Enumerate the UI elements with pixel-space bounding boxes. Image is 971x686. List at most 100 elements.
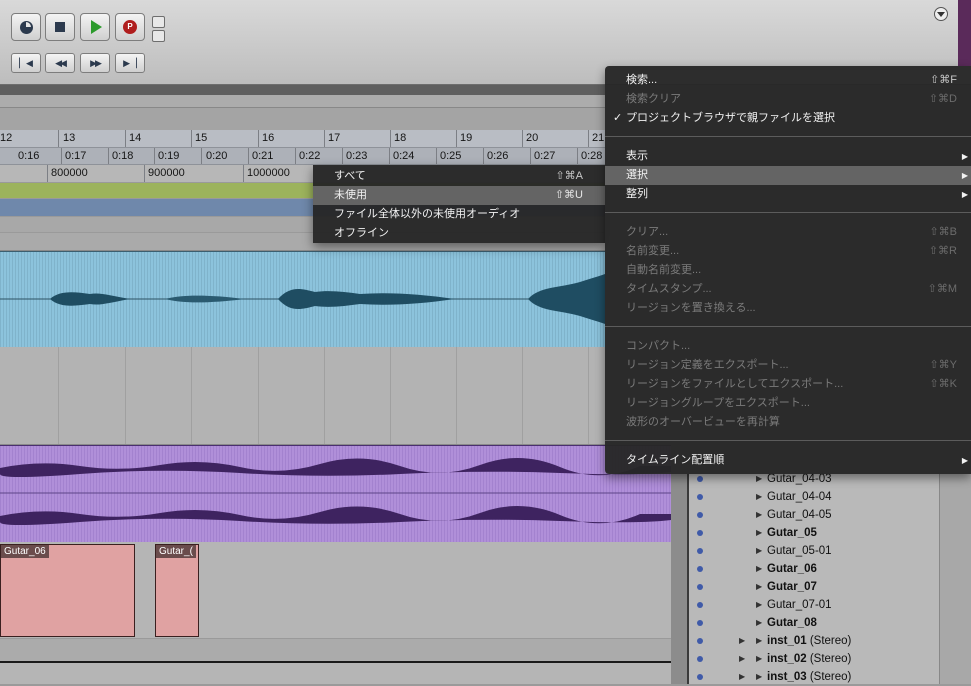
select-submenu: すべて ⇧⌘A 未使用 ⇧⌘U ファイル全体以外の未使用オーディオ オフライン <box>313 165 605 243</box>
menu-item-export-region-definitions[interactable]: リージョン定義をエクスポート... ⇧⌘Y <box>605 356 971 375</box>
chevron-down-icon <box>937 11 945 17</box>
time-label: 0:19 <box>158 150 180 162</box>
list-item[interactable]: ▶ Gutar_05 <box>689 524 939 542</box>
menu-item-export-region-groups[interactable]: リージョングループをエクスポート... <box>605 394 971 413</box>
audio-clip[interactable]: Gutar_06 <box>0 544 135 637</box>
menu-item-select[interactable]: 選択 ▶ <box>605 166 971 185</box>
submenu-arrow-icon: ▶ <box>961 456 968 465</box>
menu-item-auto-rename[interactable]: 自動名前変更... <box>605 261 971 280</box>
list-item[interactable]: ▶ Gutar_04-04 <box>689 488 939 506</box>
menu-item-rename[interactable]: 名前変更... ⇧⌘R <box>605 242 971 261</box>
play-icon <box>91 20 102 34</box>
audio-region-purple[interactable] <box>0 445 671 543</box>
bar-label: 21 <box>592 132 605 144</box>
list-item[interactable]: ▶ Gutar_06 <box>689 560 939 578</box>
options-chevron-button[interactable] <box>934 7 948 21</box>
menu-item-select-all[interactable]: すべて ⇧⌘A <box>313 167 605 186</box>
menu-item-timestamp[interactable]: タイムスタンプ... ⇧⌘M <box>605 280 971 299</box>
menu-item-select-unused[interactable]: 未使用 ⇧⌘U <box>313 186 605 205</box>
menu-item-select-offline[interactable]: オフライン <box>313 224 605 243</box>
fast-forward-button[interactable]: ▶▶ <box>80 53 110 73</box>
bar-label: 12 <box>0 132 13 144</box>
pane-divider[interactable] <box>671 474 687 684</box>
minsec-ruler[interactable]: 0:16 0:17 0:18 0:19 0:20 0:21 0:22 0:23 … <box>0 148 605 165</box>
list-item[interactable]: ▶ ▶ inst_03 (Stereo) <box>689 668 939 686</box>
time-label: 0:26 <box>487 150 509 162</box>
menu-item-export-regions-as-files[interactable]: リージョンをファイルとしてエクスポート... ⇧⌘K <box>605 375 971 394</box>
clip-name: Gutar_( <box>156 545 196 558</box>
empty-track[interactable] <box>0 347 605 445</box>
menu-item-show[interactable]: 表示 ▶ <box>605 147 971 166</box>
submenu-arrow-icon: ▶ <box>961 190 968 199</box>
window-edge <box>958 0 971 66</box>
time-label: 0:23 <box>346 150 368 162</box>
submenu-arrow-icon: ▶ <box>961 171 968 180</box>
time-label: 0:24 <box>393 150 415 162</box>
online-icon <box>19 20 33 34</box>
list-item[interactable]: ▶ ▶ inst_02 (Stereo) <box>689 650 939 668</box>
bar-label: 20 <box>526 132 539 144</box>
record-button[interactable]: P <box>115 13 145 41</box>
checkmark-icon: ✓ <box>613 112 623 124</box>
bars-ruler[interactable]: 12 13 14 15 16 17 18 19 20 21 <box>0 130 605 148</box>
bar-label: 14 <box>129 132 142 144</box>
audio-clip[interactable]: Gutar_( <box>155 544 199 637</box>
toggle-upper[interactable] <box>152 16 165 28</box>
rewind-button[interactable]: ◀◀ <box>45 53 75 73</box>
menu-item-replace-region[interactable]: リージョンを置き換える... <box>605 299 971 318</box>
menu-item-compact[interactable]: コンパクト... <box>605 337 971 356</box>
list-item[interactable]: ▶ Gutar_07-01 <box>689 596 939 614</box>
list-item[interactable]: ▶ ▶ inst_01 (Stereo) <box>689 632 939 650</box>
rewind-icon: ◀◀ <box>55 57 67 68</box>
time-label: 0:21 <box>252 150 274 162</box>
sample-label: 1000000 <box>247 167 290 179</box>
menu-item-clear[interactable]: クリア... ⇧⌘B <box>605 223 971 242</box>
time-label: 0:25 <box>440 150 462 162</box>
time-label: 0:17 <box>65 150 87 162</box>
list-item[interactable]: ▶ Gutar_04-05 <box>689 506 939 524</box>
time-label: 0:28 <box>581 150 603 162</box>
time-label: 0:18 <box>112 150 134 162</box>
timeline-scroll-strip[interactable] <box>0 95 605 108</box>
list-item[interactable]: ▶ Gutar_05-01 <box>689 542 939 560</box>
clip-name: Gutar_06 <box>1 545 49 558</box>
menu-item-timeline-order[interactable]: タイムライン配置順 ▶ <box>605 451 971 470</box>
menu-item-find[interactable]: 検索... ⇧⌘F <box>605 71 971 90</box>
submenu-arrow-icon: ▶ <box>961 152 968 161</box>
bar-label: 13 <box>63 132 76 144</box>
time-label: 0:20 <box>206 150 228 162</box>
bar-label: 15 <box>195 132 208 144</box>
time-label: 0:27 <box>534 150 556 162</box>
clip-track[interactable]: Gutar_06 Gutar_( <box>0 542 671 638</box>
sample-label: 900000 <box>148 167 185 179</box>
time-label: 0:16 <box>18 150 40 162</box>
bar-label: 16 <box>262 132 275 144</box>
menu-item-sort[interactable]: 整列 ▶ <box>605 185 971 204</box>
menu-item-select-parent-in-browser[interactable]: ✓ プロジェクトブラウザで親ファイルを選択 <box>605 109 971 128</box>
menu-item-recalculate-overviews[interactable]: 波形のオーバービューを再計算 <box>605 413 971 432</box>
return-to-zero-icon: ▏◀ <box>19 57 33 68</box>
list-item[interactable]: ▶ Gutar_08 <box>689 614 939 632</box>
online-button[interactable] <box>11 13 41 41</box>
return-to-zero-button[interactable]: ▏◀ <box>11 53 41 73</box>
region-list-menu: 検索... ⇧⌘F 検索クリア ⇧⌘D ✓ プロジェクトブラウザで親ファイルを選択 表… <box>605 66 971 474</box>
go-to-end-button[interactable]: ▶▕ <box>115 53 145 73</box>
toggle-lower[interactable] <box>152 30 165 42</box>
menu-item-clear-find[interactable]: 検索クリア ⇧⌘D <box>605 90 971 109</box>
play-button[interactable] <box>80 13 110 41</box>
empty-track[interactable] <box>0 663 671 684</box>
region-list-scrollbar[interactable] <box>939 474 971 684</box>
go-to-end-icon: ▶▕ <box>123 57 137 68</box>
list-item[interactable]: ▶ Gutar_07 <box>689 578 939 596</box>
fast-forward-icon: ▶▶ <box>90 57 102 68</box>
purple-waveform <box>0 446 671 542</box>
record-icon: P <box>123 20 137 34</box>
sample-label: 800000 <box>51 167 88 179</box>
blue-waveform <box>0 252 605 347</box>
audio-region-blue[interactable] <box>0 251 605 348</box>
menu-item-select-unused-audio[interactable]: ファイル全体以外の未使用オーディオ <box>313 205 605 224</box>
region-list[interactable]: ▶ Gutar_04-03 ▶ Gutar_04-04 ▶ Gutar_04-05 ▶… <box>687 473 971 686</box>
stop-button[interactable] <box>45 13 75 41</box>
bar-label: 19 <box>460 132 473 144</box>
track-spacer <box>0 639 671 663</box>
